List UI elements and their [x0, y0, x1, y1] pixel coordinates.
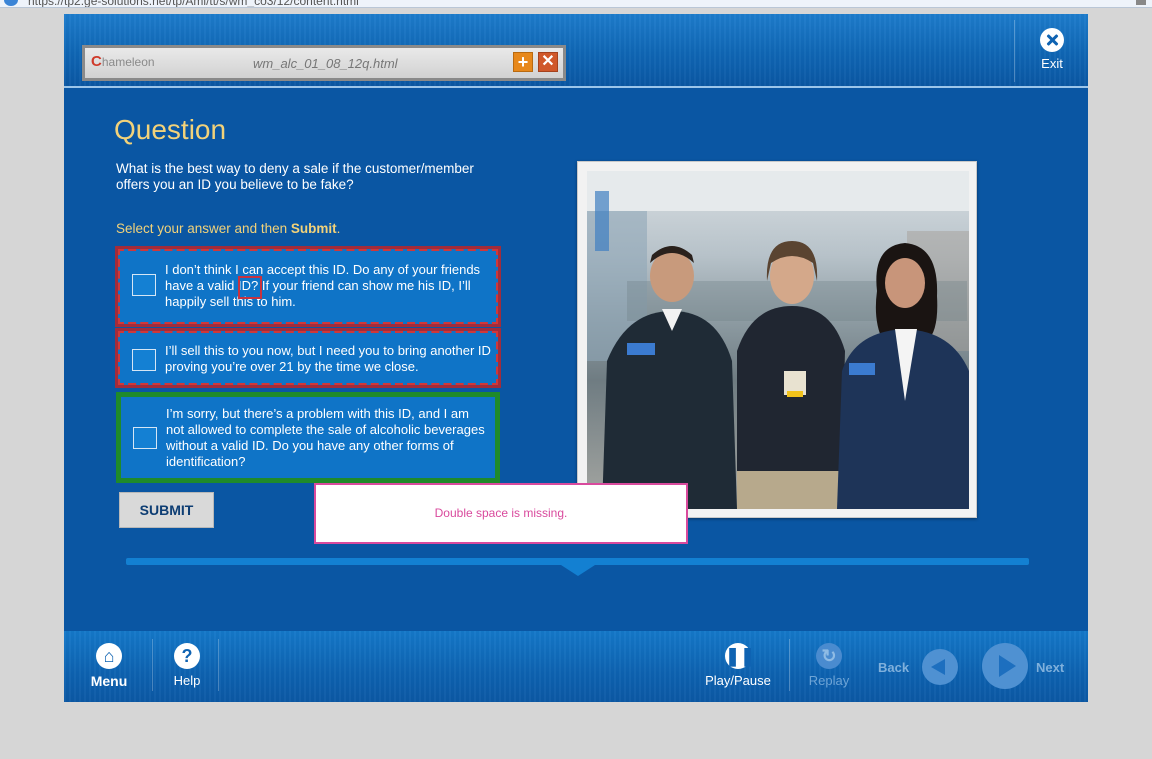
pause-icon: ❚❚ — [725, 643, 755, 669]
next-label: Next — [1036, 660, 1065, 675]
replay-button[interactable]: ↻ Replay — [804, 643, 854, 688]
footer-divider — [152, 639, 153, 691]
replay-icon: ↻ — [816, 643, 842, 669]
exit-button[interactable]: Exit — [1026, 28, 1078, 71]
answer-option-1[interactable]: I don’t think I can accept this ID. Do a… — [115, 246, 501, 327]
exit-label: Exit — [1041, 56, 1063, 71]
course-footer: ⌂ Menu ? Help ❚❚ Play/Pause ↻ Replay Bac… — [64, 631, 1088, 702]
next-button[interactable]: Next — [980, 643, 1080, 691]
play-pause-label: Play/Pause — [705, 673, 771, 688]
instruction-suffix: . — [336, 221, 341, 236]
associates-photo — [587, 171, 969, 509]
header-divider — [1014, 20, 1015, 82]
answer-text-3: I’m sorry, but there’s a problem with th… — [166, 406, 485, 469]
answer-option-3[interactable]: I’m sorry, but there’s a problem with th… — [116, 392, 500, 483]
menu-button[interactable]: ⌂ Menu — [86, 643, 132, 689]
review-comment-popup: Double space is missing. — [314, 483, 688, 544]
chameleon-bar-inner: Chameleon wm_alc_01_08_12q.html + ✕ — [85, 48, 563, 78]
instruction-text: Select your answer and then Submit. — [116, 221, 340, 236]
chameleon-filename: wm_alc_01_08_12q.html — [253, 56, 398, 71]
close-circle-icon — [1040, 28, 1064, 52]
answer-checkbox-2[interactable] — [132, 349, 156, 371]
back-label: Back — [878, 660, 910, 675]
back-button[interactable]: Back — [872, 647, 966, 687]
footer-divider — [218, 639, 219, 691]
chameleon-review-bar[interactable]: Chameleon wm_alc_01_08_12q.html + ✕ — [82, 45, 566, 81]
answer-checkbox-3[interactable] — [133, 427, 157, 449]
question-text: What is the best way to deny a sale if t… — [116, 161, 474, 192]
menu-label: Menu — [90, 673, 128, 689]
url-text[interactable]: https://tp2.ge-solutions.net/tp/Ami/tt/s… — [28, 0, 359, 7]
browser-address-bar[interactable]: https://tp2.ge-solutions.net/tp/Ami/tt/s… — [0, 0, 1152, 8]
submit-button[interactable]: SUBMIT — [119, 492, 214, 528]
progress-bar — [126, 558, 1029, 565]
window-control-icon[interactable] — [1136, 0, 1146, 5]
play-pause-button[interactable]: ❚❚ Play/Pause — [700, 643, 776, 688]
chameleon-logo: Chameleon — [91, 53, 155, 70]
back-arrow-icon — [922, 649, 958, 685]
photo-frame — [577, 161, 977, 518]
footer-divider — [789, 639, 790, 691]
help-button[interactable]: ? Help — [164, 643, 210, 688]
add-comment-button[interactable]: + — [513, 52, 533, 72]
progress-pointer — [561, 565, 595, 576]
close-bar-button[interactable]: ✕ — [538, 52, 558, 72]
instruction-submit-word: Submit — [290, 221, 337, 236]
answer-checkbox-1[interactable] — [132, 274, 156, 296]
question-icon: ? — [174, 643, 200, 669]
home-icon: ⌂ — [96, 643, 122, 669]
question-title: Question — [114, 114, 227, 145]
instruction-prefix: Select your answer and then — [116, 221, 291, 236]
course-window: Exit Chameleon wm_alc_01_08_12q.html + ✕… — [64, 14, 1088, 702]
next-arrow-icon — [982, 643, 1028, 689]
chameleon-logo-text: hameleon — [101, 55, 155, 69]
answer-text-2: I’ll sell this to you now, but I need yo… — [165, 343, 491, 374]
help-label: Help — [173, 673, 201, 688]
browser-icon — [4, 0, 18, 6]
associates-illustration — [587, 171, 969, 509]
answer-text-1: I don’t think I can accept this ID. Do a… — [165, 262, 481, 309]
chameleon-logo-letter: C — [91, 53, 102, 70]
replay-label: Replay — [808, 673, 850, 688]
answer-option-2[interactable]: I’ll sell this to you now, but I need yo… — [115, 328, 501, 388]
